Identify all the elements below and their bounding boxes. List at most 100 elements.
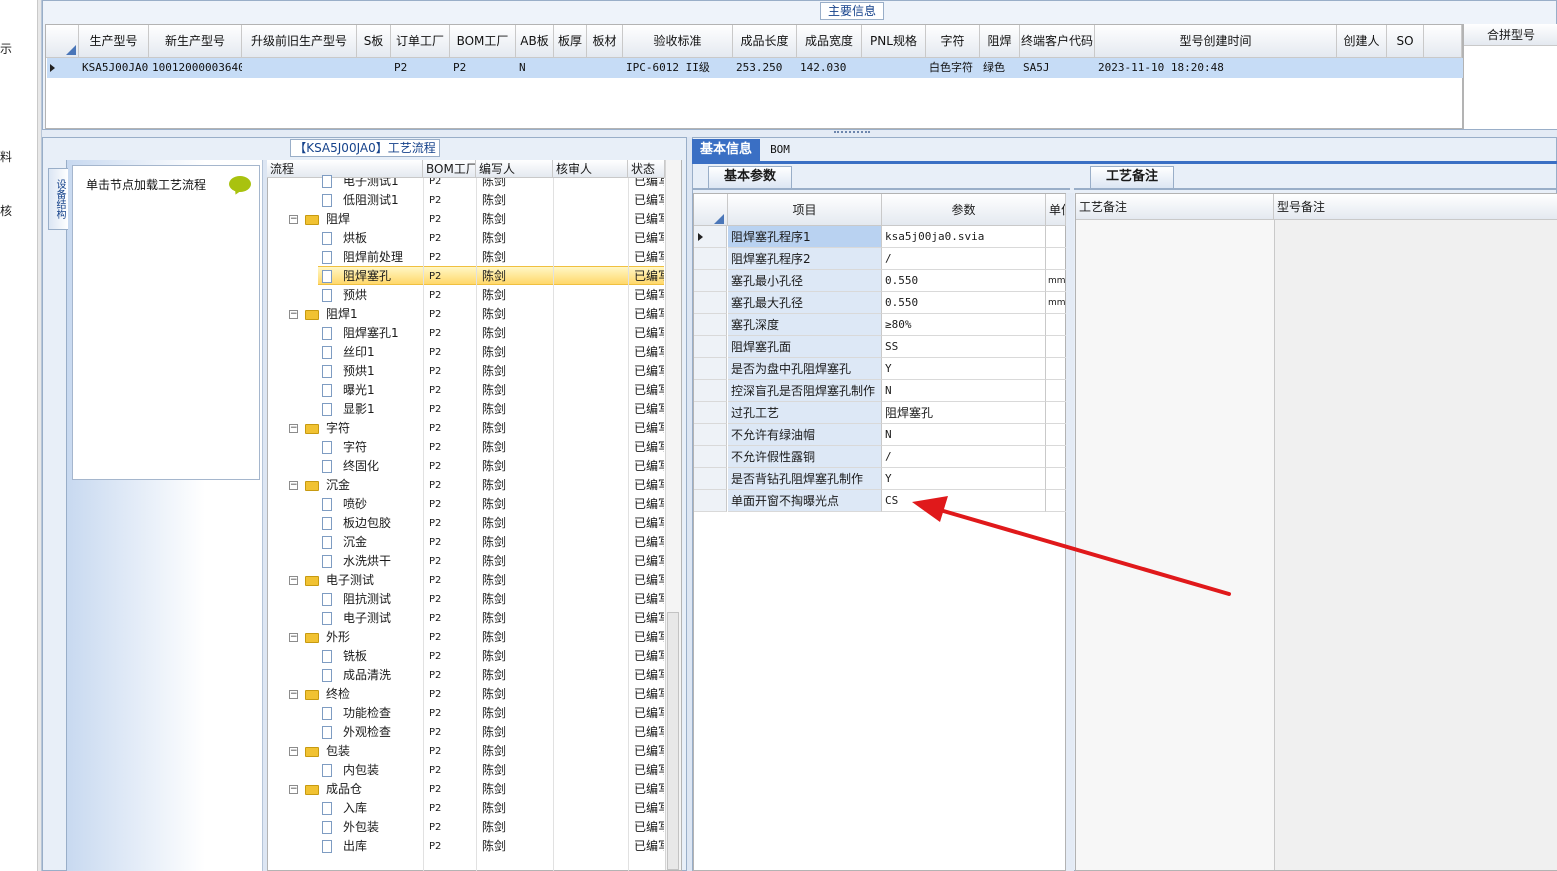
param-value-cell[interactable]: CS [882,490,1046,512]
tree-node-label[interactable]: 曝光1 [343,381,421,400]
main-grid-cell[interactable] [587,58,623,78]
tree-node-label[interactable]: 电子测试 [343,609,421,628]
device-tree-box[interactable] [72,165,260,480]
tab-basic-info[interactable]: 基本信息 [692,139,760,161]
tree-node-label[interactable]: 终固化 [343,457,421,476]
collapse-toggle-icon[interactable]: − [289,215,298,224]
main-grid-cell[interactable] [862,58,926,78]
tree-node-label[interactable]: 外形 [326,628,421,647]
main-grid-cell[interactable] [242,58,357,78]
main-grid-header[interactable]: 创建人 [1337,25,1387,58]
main-grid-cell[interactable]: 白色字符 [926,58,980,78]
tree-node-label[interactable]: 丝印1 [343,343,421,362]
merge-model-header[interactable]: 合拼型号 [1464,24,1557,46]
params-row-indicator[interactable] [694,248,727,270]
tree-node-label[interactable]: 沉金 [326,476,421,495]
params-grid-header[interactable]: 单位 [1046,194,1066,226]
main-grid-header[interactable]: 订单工厂 [391,25,450,58]
main-grid-cell[interactable]: 253.250 [733,58,797,78]
param-value-cell[interactable]: Y [882,468,1046,490]
tree-node-label[interactable]: 阻焊塞孔 [343,267,421,286]
vertical-splitter-right[interactable] [1066,193,1074,871]
param-value-cell[interactable]: ksa5j00ja0.svia [882,226,1046,248]
tree-node-label[interactable]: 预烘 [343,286,421,305]
tree-node-label[interactable]: 阻焊塞孔1 [343,324,421,343]
tree-grid-header[interactable]: 编写人 [476,160,553,178]
tree-node-label[interactable]: 包装 [326,742,421,761]
main-grid-header[interactable]: 阻焊 [980,25,1020,58]
main-grid-cell[interactable]: N [516,58,554,78]
collapse-toggle-icon[interactable]: − [289,785,298,794]
tree-node-label[interactable]: 水洗烘干 [343,552,421,571]
tree-node-label[interactable]: 烘板 [343,229,421,248]
collapse-toggle-icon[interactable]: − [289,633,298,642]
main-grid-header[interactable]: 成品宽度 [797,25,862,58]
params-row-indicator[interactable] [694,468,727,490]
params-row-indicator[interactable] [694,270,727,292]
tree-grid-header[interactable]: 核审人 [553,160,628,178]
main-grid-cell[interactable] [1337,58,1387,78]
param-value-cell[interactable]: 阻焊塞孔 [882,402,1046,424]
tree-node-label[interactable]: 沉金 [343,533,421,552]
tree-node-label[interactable]: 阻焊1 [326,305,421,324]
collapse-toggle-icon[interactable]: − [289,747,298,756]
main-grid-header[interactable]: 板厚 [554,25,587,58]
main-grid-cell[interactable]: P2 [450,58,516,78]
param-value-cell[interactable]: N [882,424,1046,446]
tab-bom[interactable]: BOM [760,139,800,161]
tab-basic-params[interactable]: 基本参数 [708,166,792,188]
params-row-indicator[interactable] [694,424,727,446]
model-notes-body[interactable] [1275,220,1557,870]
horizontal-splitter[interactable] [42,130,1557,137]
params-row-indicator[interactable] [694,402,727,424]
main-grid-header[interactable]: 验收标准 [623,25,733,58]
param-value-cell[interactable]: N [882,380,1046,402]
collapse-toggle-icon[interactable]: − [289,481,298,490]
left-nav-label[interactable]: 核 [0,202,12,219]
tree-node-label[interactable]: 入库 [343,799,421,818]
main-grid-cell[interactable]: 绿色 [980,58,1020,78]
main-grid-cell[interactable]: IPC-6012 II级 [623,58,733,78]
collapse-toggle-icon[interactable]: − [289,310,298,319]
param-value-cell[interactable]: ≥80% [882,314,1046,336]
params-row-indicator[interactable] [694,292,727,314]
param-value-cell[interactable]: 0.550 [882,270,1046,292]
tree-node-label[interactable]: 预烘1 [343,362,421,381]
tree-node-label[interactable]: 成品仓 [326,780,421,799]
params-row-indicator[interactable] [694,358,727,380]
tree-scrollbar-thumb[interactable] [667,612,679,870]
param-value-cell[interactable]: SS [882,336,1046,358]
tree-node-label[interactable]: 阻焊前处理 [343,248,421,267]
tree-node-label[interactable]: 终检 [326,685,421,704]
param-value-cell[interactable]: Y [882,358,1046,380]
params-row-indicator[interactable] [694,446,727,468]
tree-node-label[interactable]: 电子测试 [326,571,421,590]
collapse-toggle-icon[interactable]: − [289,424,298,433]
main-grid-header[interactable]: 升级前旧生产型号 [242,25,357,58]
tree-node-label[interactable]: 阻抗测试 [343,590,421,609]
tree-grid-header[interactable]: 状态 [628,160,665,178]
main-grid-header[interactable]: PNL规格 [862,25,926,58]
tab-process-notes[interactable]: 工艺备注 [1090,166,1174,188]
tree-node-label[interactable]: 显影1 [343,400,421,419]
tree-node-label[interactable]: 功能检查 [343,704,421,723]
params-row-indicator[interactable] [694,490,727,512]
collapse-toggle-icon[interactable]: − [289,690,298,699]
tree-grid-header[interactable]: 流程 [267,160,423,178]
tree-node-label[interactable]: 字符 [343,438,421,457]
notes-grid-header[interactable]: 型号备注 [1274,194,1557,220]
main-grid-header[interactable]: 新生产型号 [149,25,242,58]
main-grid-cell[interactable] [1387,58,1424,78]
main-grid-header[interactable]: 生产型号 [79,25,149,58]
splitter-grip-icon[interactable] [834,131,870,135]
main-grid-header[interactable]: 板材 [587,25,623,58]
process-notes-body[interactable] [1076,220,1274,870]
main-grid-cell[interactable] [554,58,587,78]
params-row-indicator[interactable] [694,380,727,402]
param-value-cell[interactable]: / [882,446,1046,468]
main-grid-header[interactable]: 型号创建时间 [1095,25,1337,58]
tree-node-label[interactable]: 外观检查 [343,723,421,742]
main-grid-header[interactable]: SO [1387,25,1424,58]
main-grid-cell[interactable] [357,58,391,78]
main-grid-header[interactable]: 字符 [926,25,980,58]
